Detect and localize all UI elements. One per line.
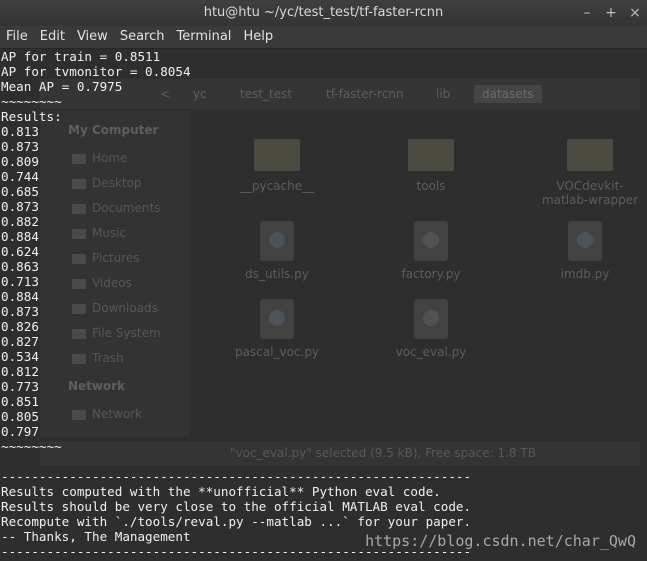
minimize-icon[interactable]: – — [581, 0, 593, 26]
terminal-line: 0.873 — [1, 199, 39, 214]
terminal-line: 0.863 — [1, 259, 39, 274]
terminal-line: 0.534 — [1, 349, 39, 364]
terminal-line: Results should be very close to the offi… — [1, 499, 472, 514]
menu-help[interactable]: Help — [237, 26, 279, 48]
terminal-line: 0.805 — [1, 409, 39, 424]
terminal-line: 0.713 — [1, 274, 39, 289]
menu-file[interactable]: File — [0, 26, 34, 48]
window-title: htu@htu ~/yc/test_test/tf-faster-rcnn — [203, 5, 444, 20]
terminal-line: 0.873 — [1, 304, 39, 319]
terminal-line: 0.797 — [1, 424, 39, 439]
menu-search[interactable]: Search — [114, 26, 171, 48]
terminal-line: Results computed with the **unofficial**… — [1, 484, 441, 499]
python-file-icon — [568, 221, 602, 261]
close-icon[interactable]: × — [629, 0, 641, 26]
menu-edit[interactable]: Edit — [34, 26, 71, 48]
terminal-line: 0.851 — [1, 394, 39, 409]
ghost-file-item: VOCdevkit-matlab-wrapper — [540, 139, 640, 207]
terminal-line: 0.826 — [1, 319, 39, 334]
terminal-line: 0.884 — [1, 289, 39, 304]
terminal-output: AP for train = 0.8511 AP for tvmonitor = … — [1, 49, 471, 559]
terminal-line: AP for tvmonitor = 0.8054 — [1, 64, 191, 79]
window-controls: – + × — [581, 0, 641, 26]
ghost-file-item: imdb.py — [540, 221, 630, 281]
terminal-line: 0.827 — [1, 334, 39, 349]
terminal-line: Mean AP = 0.7975 — [1, 79, 123, 94]
ghost-crumb: datasets — [474, 85, 542, 103]
terminal-line: 0.773 — [1, 379, 39, 394]
menu-view[interactable]: View — [71, 26, 114, 48]
watermark: https://blog.csdn.net/char_QwQ — [365, 532, 636, 550]
terminal-line: Recompute with `./tools/reval.py --matla… — [1, 514, 472, 529]
terminal-line: AP for train = 0.8511 — [1, 49, 161, 64]
terminal-line: Results: — [1, 109, 62, 124]
terminal-line: 0.685 — [1, 184, 39, 199]
terminal-line: 0.809 — [1, 154, 39, 169]
menu-terminal[interactable]: Terminal — [170, 26, 237, 48]
terminal-line: ~~~~~~~~ — [1, 439, 62, 454]
terminal-line: ~~~~~~~~ — [1, 94, 62, 109]
maximize-icon[interactable]: + — [605, 0, 617, 26]
terminal-line: 0.882 — [1, 214, 39, 229]
terminal-line: 0.813 — [1, 124, 39, 139]
terminal-line: ----------------------------------------… — [1, 469, 472, 484]
terminal-line: 0.812 — [1, 364, 39, 379]
title-bar[interactable]: htu@htu ~/yc/test_test/tf-faster-rcnn – … — [0, 0, 647, 26]
terminal-window: htu@htu ~/yc/test_test/tf-faster-rcnn – … — [0, 0, 647, 561]
terminal-line: 0.624 — [1, 244, 39, 259]
menu-bar: File Edit View Search Terminal Help — [0, 26, 647, 49]
terminal-area[interactable]: < yc test_test tf-faster-rcnn lib datase… — [0, 49, 647, 561]
terminal-line: 0.884 — [1, 229, 39, 244]
folder-icon — [567, 139, 613, 171]
ghost-file-name: VOCdevkit-matlab-wrapper — [541, 179, 639, 207]
ghost-file-name: imdb.py — [560, 267, 610, 281]
terminal-line: 0.873 — [1, 139, 39, 154]
terminal-line: 0.744 — [1, 169, 39, 184]
